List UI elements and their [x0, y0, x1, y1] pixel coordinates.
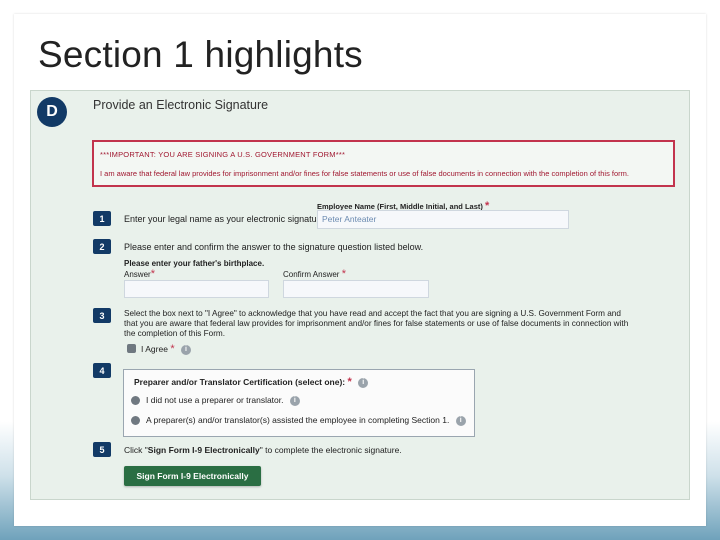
confirm-answer-input[interactable]: [283, 280, 429, 298]
step-number-2: 2: [93, 239, 111, 254]
form-screenshot: D Provide an Electronic Signature ***IMP…: [30, 90, 690, 500]
no-preparer-radio[interactable]: [131, 396, 140, 405]
warning-text: I am aware that federal law provides for…: [100, 169, 630, 178]
step3-line2: that you are aware that federal law prov…: [124, 319, 629, 328]
step5-text: Click "Sign Form I-9 Electronically" to …: [124, 445, 402, 455]
info-icon[interactable]: i: [180, 344, 191, 355]
step3-line3: the completion of this Form.: [124, 329, 226, 338]
info-icon[interactable]: i: [358, 377, 369, 388]
preparer-assisted-label: A preparer(s) and/or translator(s) assis…: [146, 415, 466, 426]
step2-text: Please enter and confirm the answer to t…: [124, 242, 424, 252]
step3-line1: Select the box next to "I Agree" to ackn…: [124, 309, 621, 318]
security-question: Please enter your father's birthplace.: [124, 259, 265, 268]
preparer-assisted-radio[interactable]: [131, 416, 140, 425]
confirm-answer-label: Confirm Answer *: [283, 268, 346, 280]
answer-label: Answer*: [124, 268, 155, 280]
i-agree-checkbox[interactable]: [127, 344, 136, 353]
preparer-certification-box: Preparer and/or Translator Certification…: [123, 369, 475, 437]
section-heading: Provide an Electronic Signature: [93, 98, 269, 112]
warning-box: ***IMPORTANT: YOU ARE SIGNING A U.S. GOV…: [92, 140, 675, 187]
sign-form-button[interactable]: Sign Form I-9 Electronically: [124, 466, 261, 486]
info-icon[interactable]: i: [455, 415, 466, 426]
step-number-1: 1: [93, 211, 111, 226]
certification-title: Preparer and/or Translator Certification…: [134, 376, 369, 388]
step-number-3: 3: [93, 308, 111, 323]
answer-input[interactable]: [124, 280, 269, 298]
i-agree-label: I Agree * i: [141, 343, 191, 355]
step-number-5: 5: [93, 442, 111, 457]
no-preparer-label: I did not use a preparer or translator. …: [146, 395, 300, 406]
slide-title: Section 1 highlights: [38, 34, 363, 75]
warning-title: ***IMPORTANT: YOU ARE SIGNING A U.S. GOV…: [100, 150, 346, 159]
employee-name-input[interactable]: Peter Anteater: [317, 210, 569, 229]
step1-text: Enter your legal name as your electronic…: [124, 214, 328, 224]
step-number-4: 4: [93, 363, 111, 378]
info-icon[interactable]: i: [289, 395, 300, 406]
section-badge: D: [37, 97, 67, 127]
